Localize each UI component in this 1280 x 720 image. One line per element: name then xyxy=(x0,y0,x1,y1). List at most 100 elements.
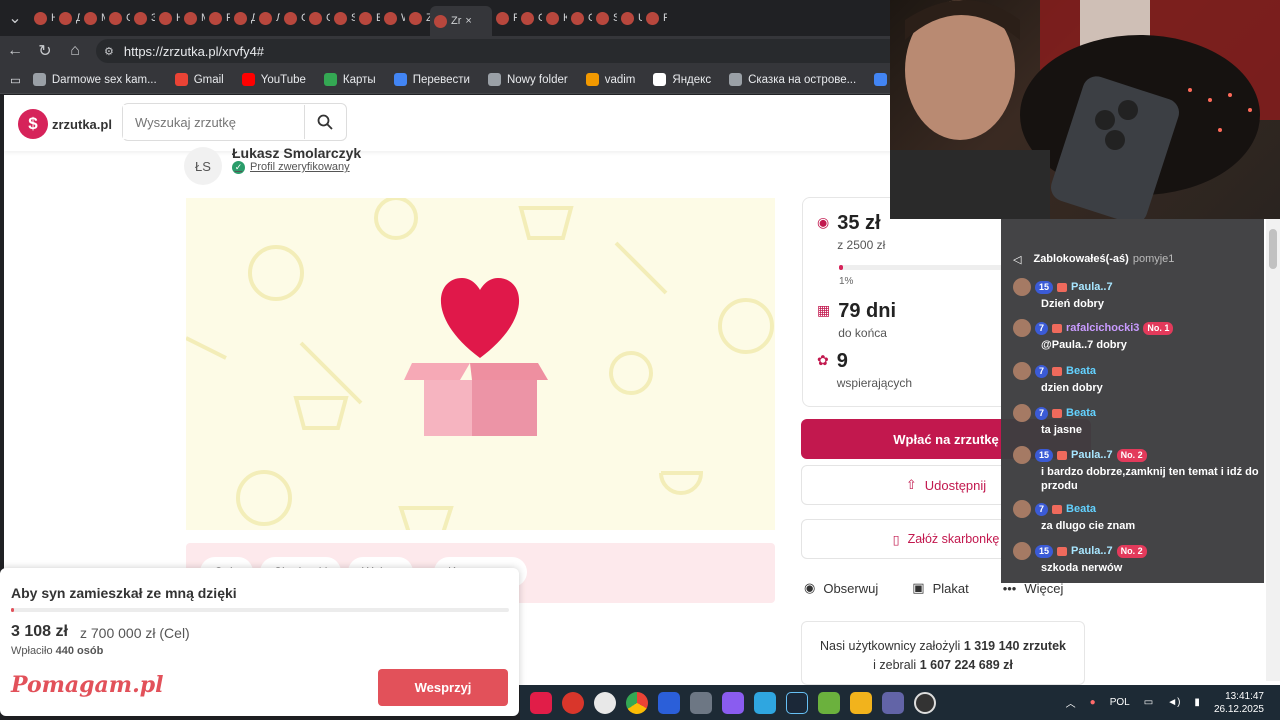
tiktok-icon[interactable] xyxy=(530,691,552,714)
browser-tab[interactable]: W xyxy=(380,5,405,31)
browser-tab[interactable]: М xyxy=(80,5,105,31)
chat-username[interactable]: Beata xyxy=(1066,407,1096,419)
organizer-name[interactable]: Łukasz Smolarczyk xyxy=(232,145,361,161)
home-icon[interactable]: ⌂ xyxy=(60,36,90,66)
chat-avatar[interactable] xyxy=(1013,404,1031,422)
close-tab-icon[interactable]: × xyxy=(465,15,471,27)
follow-button[interactable]: ◉ Obserwuj xyxy=(804,580,878,596)
zrzutka-logo[interactable]: $ zrzutka.pl xyxy=(18,109,112,139)
chrome-icon[interactable] xyxy=(626,691,648,714)
photos-icon[interactable] xyxy=(754,691,776,714)
microphone-icon[interactable]: ● xyxy=(1090,697,1096,708)
browser-tab[interactable]: S xyxy=(592,5,617,31)
language-indicator[interactable]: POL xyxy=(1110,697,1130,708)
teams-icon[interactable] xyxy=(882,691,904,714)
widget-donors-prefix: Wpłaciło xyxy=(11,645,53,657)
app-r-icon[interactable] xyxy=(562,691,584,714)
widget-title[interactable]: Aby syn zamieszkał ze mną dzięki xyxy=(11,585,237,601)
chat-avatar[interactable] xyxy=(1013,362,1031,380)
media-player-icon[interactable] xyxy=(850,691,872,714)
fan-badge-icon xyxy=(1057,282,1068,292)
browser-tab[interactable]: Н xyxy=(155,5,180,31)
bookmark-item[interactable]: Darmowe sex kam... xyxy=(32,73,157,86)
chat-username[interactable]: Paula..7 xyxy=(1071,545,1113,557)
app-n-icon[interactable] xyxy=(594,691,616,714)
tab-favicon-icon xyxy=(234,11,247,25)
obs-icon[interactable] xyxy=(914,691,936,714)
browser-tab[interactable]: Р xyxy=(492,5,517,31)
tab-strip: НДМСЗНМРДЛССSЕWZZr×РОКОSUF xyxy=(30,0,667,36)
bookmark-item[interactable]: Перевести xyxy=(393,73,470,86)
system-message-text: Zablokowałeś(-aś) xyxy=(1033,253,1129,265)
poster-button[interactable]: ▣ Plakat xyxy=(912,580,968,596)
reload-icon[interactable]: ↻ xyxy=(30,36,60,66)
heart-icon xyxy=(440,278,520,358)
bag-icon[interactable] xyxy=(722,691,744,714)
bookmark-item[interactable]: Яндекс xyxy=(653,73,711,86)
page-scrollbar[interactable] xyxy=(1266,219,1280,681)
site-info-icon[interactable]: ⚙ xyxy=(104,45,114,58)
star-app-icon[interactable] xyxy=(658,691,680,714)
game-icon[interactable] xyxy=(818,691,840,714)
chat-username[interactable]: Beata xyxy=(1066,503,1096,515)
tray-chevron-icon[interactable]: ︿ xyxy=(1066,695,1076,710)
organizer-avatar[interactable]: ŁS xyxy=(184,147,222,185)
browser-tab[interactable]: Л xyxy=(255,5,280,31)
network-icon[interactable]: ▭ xyxy=(1144,697,1153,708)
search-input[interactable] xyxy=(123,105,305,139)
chat-avatar[interactable] xyxy=(1013,319,1031,337)
browser-tab[interactable]: М xyxy=(180,5,205,31)
browser-tab[interactable]: Z xyxy=(405,5,430,31)
bookmark-item[interactable]: Gmail xyxy=(174,73,224,86)
clock[interactable]: 13:41:47 26.12.2025 xyxy=(1214,690,1264,716)
browser-tab[interactable]: U xyxy=(617,5,642,31)
pomagam-logo[interactable]: Pomagam.pl xyxy=(11,672,163,698)
chat-avatar[interactable] xyxy=(1013,446,1031,464)
bookmark-item[interactable]: Карты xyxy=(323,73,376,86)
level-badge: 15 xyxy=(1035,280,1054,294)
browser-tab[interactable]: К xyxy=(542,5,567,31)
browser-tab[interactable]: Е xyxy=(355,5,380,31)
verified-profile-link[interactable]: ✓ Profil zweryfikowany xyxy=(232,160,361,174)
browser-tab[interactable]: О xyxy=(517,5,542,31)
back-arrow-icon[interactable]: ← xyxy=(0,36,30,66)
tab-list-chevron-icon[interactable]: ⌄ xyxy=(0,3,30,33)
chat-avatar[interactable] xyxy=(1013,500,1031,518)
scrollbar-thumb[interactable] xyxy=(1269,229,1277,269)
battery-icon[interactable]: ▮ xyxy=(1194,697,1200,708)
bookmark-item[interactable]: vadim xyxy=(585,73,635,86)
steam-icon[interactable] xyxy=(786,691,808,714)
browser-tab[interactable]: Р xyxy=(205,5,230,31)
bookmark-item[interactable]: Nowy folder xyxy=(487,73,568,86)
browser-tab[interactable]: С xyxy=(105,5,130,31)
browser-tab[interactable]: S xyxy=(330,5,355,31)
browser-tab[interactable]: Zr × xyxy=(430,6,492,36)
browser-tab[interactable]: Н xyxy=(30,5,55,31)
chat-username[interactable]: Paula..7 xyxy=(1071,281,1113,293)
hat-icon[interactable] xyxy=(690,691,712,714)
bookmark-item[interactable]: YouTube xyxy=(241,73,306,86)
volume-icon[interactable]: ◄) xyxy=(1167,697,1180,708)
support-button[interactable]: Wesprzyj xyxy=(378,669,508,706)
chat-username[interactable]: Beata xyxy=(1066,365,1096,377)
chat-avatar[interactable] xyxy=(1013,278,1031,296)
browser-tab[interactable]: Д xyxy=(55,5,80,31)
browser-tab[interactable]: F xyxy=(642,5,667,31)
chat-message: 7 Beata dzien dobry xyxy=(1013,362,1263,395)
chat-avatar[interactable] xyxy=(1013,542,1031,560)
apps-icon[interactable]: ▭ xyxy=(10,73,21,87)
bookmark-item[interactable]: Сказка на острове... xyxy=(729,73,856,86)
chat-username[interactable]: Paula..7 xyxy=(1071,449,1113,461)
browser-tab[interactable]: Д xyxy=(230,5,255,31)
poster-label: Plakat xyxy=(932,580,969,596)
browser-tab[interactable]: З xyxy=(130,5,155,31)
blocked-username: pomyje1 xyxy=(1132,253,1175,265)
browser-tab[interactable]: С xyxy=(280,5,305,31)
follow-label: Obserwuj xyxy=(823,580,879,596)
search-icon[interactable] xyxy=(305,114,345,130)
browser-tab[interactable]: С xyxy=(305,5,330,31)
browser-tab[interactable]: О xyxy=(567,5,592,31)
chat-message-meta: 7 Beata xyxy=(1013,404,1263,422)
chat-message-meta: 15 Paula..7 No. 2 xyxy=(1013,446,1263,464)
chat-username[interactable]: rafalcichocki3 xyxy=(1066,322,1139,334)
